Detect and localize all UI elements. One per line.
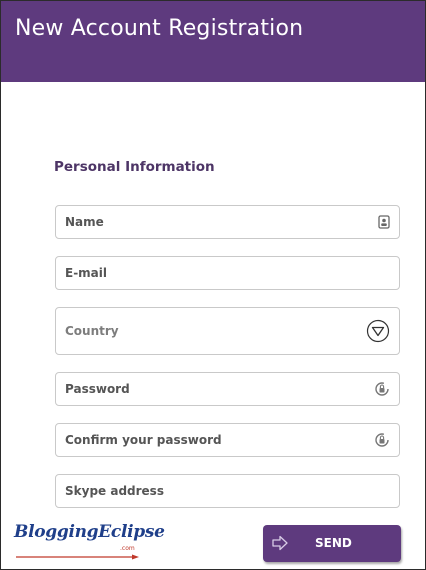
logo-underline-icon: [16, 554, 139, 560]
logo-suffix: .com: [120, 545, 135, 552]
send-button[interactable]: SEND: [263, 525, 401, 562]
lock-icon: [374, 381, 390, 397]
confirm-password-field[interactable]: Confirm your password: [55, 423, 400, 457]
email-placeholder: E-mail: [65, 266, 108, 280]
send-label: SEND: [315, 536, 352, 550]
send-arrow-icon: [272, 535, 290, 555]
blogging-eclipse-logo: BloggingEclipse .com: [14, 522, 165, 562]
logo-text: BloggingEclipse: [14, 522, 165, 542]
country-select[interactable]: Country: [55, 307, 400, 355]
name-field[interactable]: Name: [55, 205, 400, 239]
page-title: New Account Registration: [15, 16, 304, 41]
skype-placeholder: Skype address: [65, 484, 164, 498]
dropdown-arrow-icon[interactable]: [366, 319, 390, 343]
email-field[interactable]: E-mail: [55, 256, 400, 290]
country-placeholder: Country: [65, 324, 119, 338]
section-title: Personal Information: [54, 159, 215, 175]
confirm-password-placeholder: Confirm your password: [65, 433, 222, 447]
contact-card-icon: [378, 215, 390, 229]
header-bar: New Account Registration: [1, 1, 425, 82]
lock-icon: [374, 432, 390, 448]
registration-window: New Account Registration Personal Inform…: [0, 0, 426, 570]
password-field[interactable]: Password: [55, 372, 400, 406]
name-placeholder: Name: [65, 215, 104, 229]
skype-field[interactable]: Skype address: [55, 474, 400, 508]
password-placeholder: Password: [65, 382, 130, 396]
